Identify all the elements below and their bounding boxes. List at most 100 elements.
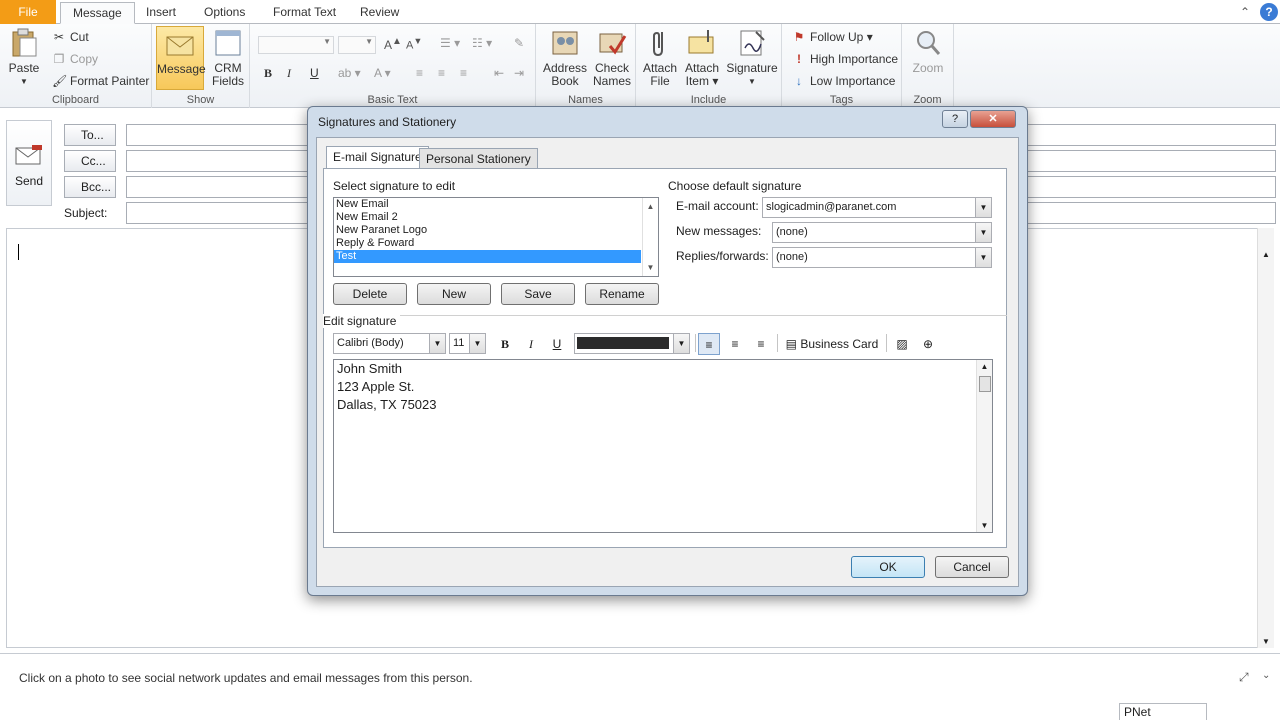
- increase-indent-icon[interactable]: ⇥: [514, 66, 524, 80]
- underline-icon[interactable]: U: [310, 66, 319, 80]
- tab-options[interactable]: Options: [192, 2, 257, 24]
- check-names-button[interactable]: Check Names: [590, 28, 634, 88]
- shrink-font-icon[interactable]: A▼: [406, 36, 422, 52]
- minimize-ribbon-icon[interactable]: ⌃: [1240, 5, 1250, 19]
- insert-picture-icon[interactable]: ▨: [892, 333, 912, 355]
- subject-label: Subject:: [64, 206, 108, 220]
- signature-line: John Smith: [337, 361, 403, 376]
- decrease-indent-icon[interactable]: ⇤: [494, 66, 504, 80]
- list-item[interactable]: New Paranet Logo: [334, 224, 658, 237]
- tab-format-text[interactable]: Format Text: [261, 2, 348, 24]
- align-center-button[interactable]: ≡: [724, 333, 746, 355]
- signature-list[interactable]: New Email New Email 2 New Paranet Logo R…: [333, 197, 659, 277]
- tab-email-signature[interactable]: E-mail Signature: [326, 146, 429, 169]
- new-button[interactable]: New: [417, 283, 491, 305]
- business-card-button[interactable]: ▤ Business Card: [782, 333, 882, 355]
- underline-button[interactable]: U: [548, 333, 566, 355]
- tab-personal-stationery[interactable]: Personal Stationery: [419, 148, 538, 169]
- paste-dropdown-icon[interactable]: ▼: [6, 75, 42, 88]
- scroll-thumb[interactable]: [979, 376, 991, 392]
- highlight-icon[interactable]: ab ▾: [338, 66, 361, 80]
- format-painter-button[interactable]: 🖌 Format Painter: [52, 74, 149, 88]
- editor-scrollbar[interactable]: ▲ ▼: [976, 360, 992, 532]
- to-button[interactable]: To...: [64, 124, 116, 146]
- italic-button[interactable]: I: [522, 333, 540, 355]
- cc-button[interactable]: Cc...: [64, 150, 116, 172]
- font-name-combo[interactable]: ▼: [258, 36, 334, 54]
- follow-up-label: Follow Up: [810, 30, 864, 44]
- list-item[interactable]: Reply & Foward: [334, 237, 658, 250]
- tab-file[interactable]: File: [0, 0, 56, 24]
- scroll-up-icon[interactable]: ▲: [977, 362, 992, 371]
- font-combo[interactable]: Calibri (Body) ▼: [333, 333, 446, 354]
- font-color-combo[interactable]: ▼: [574, 333, 690, 354]
- replies-forwards-combo[interactable]: (none) ▼: [772, 247, 992, 268]
- scroll-down-icon[interactable]: ▼: [977, 521, 992, 530]
- cancel-button[interactable]: Cancel: [935, 556, 1009, 578]
- insert-hyperlink-icon[interactable]: ⊕: [918, 333, 938, 355]
- paste-button[interactable]: Paste ▼: [6, 28, 42, 88]
- scroll-up-icon[interactable]: ▲: [1258, 250, 1274, 259]
- align-left-button[interactable]: ≡: [698, 333, 720, 355]
- replies-forwards-value: (none): [776, 251, 808, 263]
- follow-up-button[interactable]: ⚑ Follow Up ▾: [792, 30, 873, 44]
- help-icon[interactable]: ?: [1260, 3, 1278, 21]
- align-right-icon[interactable]: ≡: [460, 66, 467, 80]
- scroll-down-icon[interactable]: ▼: [643, 263, 658, 272]
- bcc-button[interactable]: Bcc...: [64, 176, 116, 198]
- bold-button[interactable]: B: [496, 333, 514, 355]
- signature-dropdown-icon[interactable]: ▼: [724, 75, 780, 88]
- grow-font-icon[interactable]: A▲: [384, 36, 402, 52]
- list-item-selected[interactable]: Test: [334, 250, 641, 263]
- delete-button[interactable]: Delete: [333, 283, 407, 305]
- crm-fields-button[interactable]: CRM Fields: [208, 28, 248, 88]
- expand-icon[interactable]: ⤢: [1239, 670, 1249, 685]
- dialog-close-button[interactable]: ✕: [970, 110, 1016, 128]
- list-item[interactable]: New Email: [334, 198, 658, 211]
- tab-message[interactable]: Message: [60, 2, 135, 24]
- send-button[interactable]: Send: [6, 120, 52, 206]
- email-account-value: slogicadmin@paranet.com: [766, 201, 897, 213]
- numbering-icon[interactable]: ☷ ▾: [472, 36, 492, 50]
- signature-button[interactable]: Signature ▼: [724, 28, 780, 88]
- tab-review[interactable]: Review: [348, 2, 411, 24]
- signature-editor[interactable]: John Smith 123 Apple St. Dallas, TX 7502…: [333, 359, 993, 533]
- signatures-dialog: Signatures and Stationery ? ✕ E-mail Sig…: [307, 106, 1028, 596]
- bold-icon[interactable]: B: [264, 66, 272, 81]
- high-importance-button[interactable]: ! High Importance: [792, 52, 898, 66]
- email-account-combo[interactable]: slogicadmin@paranet.com ▼: [762, 197, 992, 218]
- cut-button[interactable]: ✂ Cut: [52, 30, 89, 44]
- rename-button[interactable]: Rename: [585, 283, 659, 305]
- font-size-combo-dialog[interactable]: 11 ▼: [449, 333, 486, 354]
- bullets-icon[interactable]: ☰ ▾: [440, 36, 460, 50]
- ok-button[interactable]: OK: [851, 556, 925, 578]
- attach-file-button[interactable]: Attach File: [638, 28, 682, 88]
- new-messages-combo[interactable]: (none) ▼: [772, 222, 992, 243]
- align-left-icon[interactable]: ≡: [416, 66, 423, 80]
- names-group-label: Names: [568, 94, 603, 106]
- down-arrow-icon: ↓: [796, 74, 802, 88]
- font-size-combo[interactable]: ▼: [338, 36, 376, 54]
- collapse-icon[interactable]: ⌄: [1262, 670, 1270, 681]
- address-book-button[interactable]: Address Book: [542, 28, 588, 88]
- scroll-down-icon[interactable]: ▼: [1258, 637, 1274, 646]
- clear-formatting-icon[interactable]: ✎: [514, 36, 524, 50]
- attach-item-icon: [688, 30, 714, 54]
- scroll-up-icon[interactable]: ▲: [643, 202, 658, 211]
- signature-list-scrollbar[interactable]: ▲ ▼: [642, 198, 658, 276]
- align-right-button[interactable]: ≡: [750, 333, 772, 355]
- zoom-button[interactable]: Zoom: [908, 28, 948, 75]
- copy-button[interactable]: ❐ Copy: [52, 52, 98, 66]
- italic-icon[interactable]: I: [287, 66, 291, 81]
- ribbon-tab-bar: File Message Insert Options Format Text …: [0, 0, 1280, 24]
- tab-insert[interactable]: Insert: [134, 2, 188, 24]
- low-importance-button[interactable]: ↓ Low Importance: [792, 74, 895, 88]
- attach-item-button[interactable]: Attach Item ▾: [682, 28, 722, 88]
- save-button[interactable]: Save: [501, 283, 575, 305]
- font-color-icon[interactable]: A ▾: [374, 66, 391, 80]
- dialog-help-button[interactable]: ?: [942, 110, 968, 128]
- body-scrollbar[interactable]: ▲ ▼: [1257, 228, 1274, 648]
- list-item[interactable]: New Email 2: [334, 211, 658, 224]
- align-center-icon[interactable]: ≡: [438, 66, 445, 80]
- message-view-button[interactable]: Message: [156, 26, 206, 90]
